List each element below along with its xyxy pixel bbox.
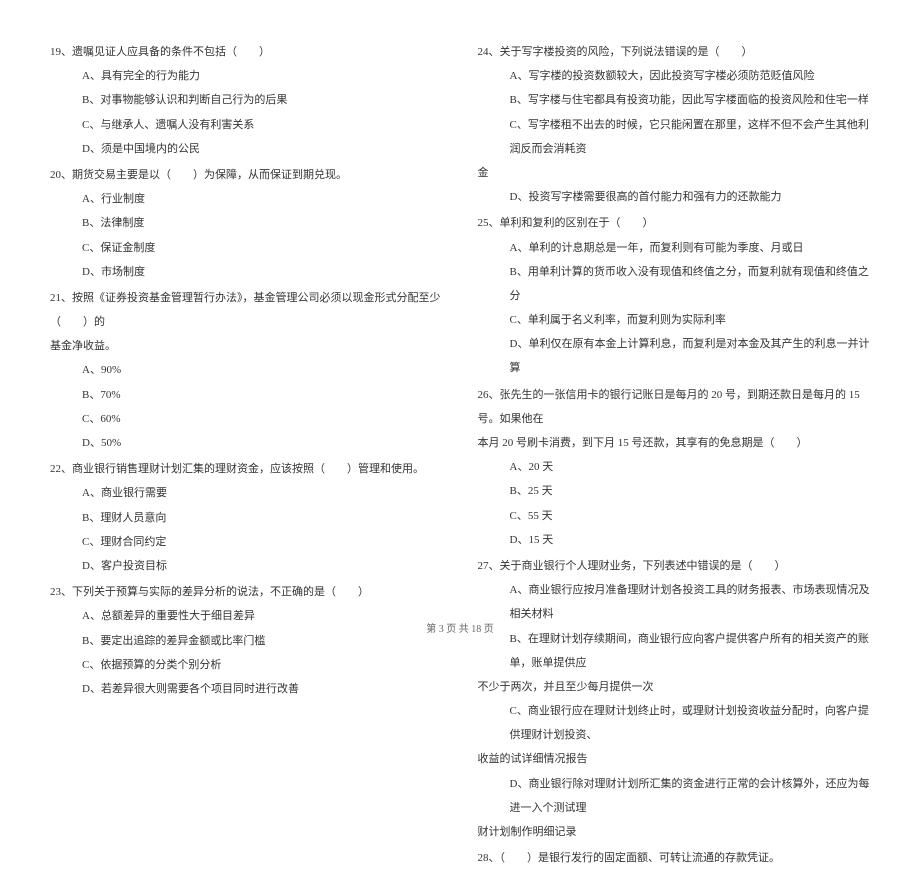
option-b: B、70% <box>50 383 443 407</box>
question-text: 20、期货交易主要是以（ ）为保障，从而保证到期兑现。 <box>50 163 443 187</box>
question-22: 22、商业银行销售理财计划汇集的理财资金，应该按照（ ）管理和使用。 A、商业银… <box>50 457 443 578</box>
option-d: D、市场制度 <box>50 260 443 284</box>
option-a: A、90% <box>50 358 443 382</box>
option-b: B、对事物能够认识和判断自己行为的后果 <box>50 88 443 112</box>
question-text: 21、按照《证券投资基金管理暂行办法》，基金管理公司必须以现金形式分配至少（ ）… <box>50 286 443 334</box>
option-b: B、25 天 <box>478 479 871 503</box>
option-c: C、与继承人、遗嘱人没有利害关系 <box>50 113 443 137</box>
page-footer: 第 3 页 共 18 页 <box>0 620 920 635</box>
question-23: 23、下列关于预算与实际的差异分析的说法，不正确的是（ ） A、总额差异的重要性… <box>50 580 443 701</box>
question-20: 20、期货交易主要是以（ ）为保障，从而保证到期兑现。 A、行业制度 B、法律制… <box>50 163 443 284</box>
option-a: A、具有完全的行为能力 <box>50 64 443 88</box>
question-text: 26、张先生的一张信用卡的银行记账日是每月的 20 号，到期还款日是每月的 15… <box>478 383 871 431</box>
option-b-cont: 不少于两次，并且至少每月提供一次 <box>478 675 871 699</box>
option-c-cont: 收益的试详细情况报告 <box>478 747 871 771</box>
option-c: C、理财合同约定 <box>50 530 443 554</box>
option-d: D、客户投资目标 <box>50 554 443 578</box>
option-c: C、写字楼租不出去的时候，它只能闲置在那里，这样不但不会产生其他利润反而会消耗资 <box>478 113 871 161</box>
question-text: 24、关于写字楼投资的风险，下列说法错误的是（ ） <box>478 40 871 64</box>
left-column: 19、遗嘱见证人应具备的条件不包括（ ） A、具有完全的行为能力 B、对事物能够… <box>50 40 443 600</box>
question-text: 22、商业银行销售理财计划汇集的理财资金，应该按照（ ）管理和使用。 <box>50 457 443 481</box>
question-19: 19、遗嘱见证人应具备的条件不包括（ ） A、具有完全的行为能力 B、对事物能够… <box>50 40 443 161</box>
option-d: D、商业银行除对理财计划所汇集的资金进行正常的会计核算外，还应为每进一入个测试理 <box>478 772 871 820</box>
option-b: B、写字楼与住宅都具有投资功能，因此写字楼面临的投资风险和住宅一样 <box>478 88 871 112</box>
option-c: C、60% <box>50 407 443 431</box>
question-27: 27、关于商业银行个人理财业务，下列表述中错误的是（ ） A、商业银行应按月准备… <box>478 554 871 844</box>
option-d: D、单利仅在原有本金上计算利息，而复利是对本金及其产生的利息一并计算 <box>478 332 871 380</box>
option-a: A、20 天 <box>478 455 871 479</box>
option-c: C、依据预算的分类个别分析 <box>50 653 443 677</box>
question-26: 26、张先生的一张信用卡的银行记账日是每月的 20 号，到期还款日是每月的 15… <box>478 383 871 552</box>
question-28: 28、（ ）是银行发行的固定面额、可转让流通的存款凭证。 <box>478 846 871 870</box>
question-24: 24、关于写字楼投资的风险，下列说法错误的是（ ） A、写字楼的投资数额较大，因… <box>478 40 871 209</box>
option-a: A、行业制度 <box>50 187 443 211</box>
question-text-cont: 本月 20 号刷卡消费，到下月 15 号还款，其享有的免息期是（ ） <box>478 431 871 455</box>
question-text: 27、关于商业银行个人理财业务，下列表述中错误的是（ ） <box>478 554 871 578</box>
option-d: D、50% <box>50 431 443 455</box>
option-a: A、商业银行需要 <box>50 481 443 505</box>
question-21: 21、按照《证券投资基金管理暂行办法》，基金管理公司必须以现金形式分配至少（ ）… <box>50 286 443 455</box>
right-column: 24、关于写字楼投资的风险，下列说法错误的是（ ） A、写字楼的投资数额较大，因… <box>478 40 871 600</box>
option-b: B、用单利计算的货币收入没有现值和终值之分，而复利就有现值和终值之分 <box>478 260 871 308</box>
option-d: D、投资写字楼需要很高的首付能力和强有力的还款能力 <box>478 185 871 209</box>
question-text: 23、下列关于预算与实际的差异分析的说法，不正确的是（ ） <box>50 580 443 604</box>
option-c: C、单利属于名义利率，而复利则为实际利率 <box>478 308 871 332</box>
option-c-cont: 金 <box>478 161 871 185</box>
question-text: 28、（ ）是银行发行的固定面额、可转让流通的存款凭证。 <box>478 846 871 870</box>
exam-content: 19、遗嘱见证人应具备的条件不包括（ ） A、具有完全的行为能力 B、对事物能够… <box>50 40 870 600</box>
question-text: 19、遗嘱见证人应具备的条件不包括（ ） <box>50 40 443 64</box>
option-c: C、保证金制度 <box>50 236 443 260</box>
option-a: A、单利的计息期总是一年，而复利则有可能为季度、月或日 <box>478 236 871 260</box>
option-c: C、55 天 <box>478 504 871 528</box>
question-25: 25、单利和复利的区别在于（ ） A、单利的计息期总是一年，而复利则有可能为季度… <box>478 211 871 380</box>
option-d: D、须是中国境内的公民 <box>50 137 443 161</box>
option-a: A、写字楼的投资数额较大，因此投资写字楼必须防范贬值风险 <box>478 64 871 88</box>
option-d: D、15 天 <box>478 528 871 552</box>
question-text-cont: 基金净收益。 <box>50 334 443 358</box>
option-c: C、商业银行应在理财计划终止时，或理财计划投资收益分配时，向客户提供理财计划投资… <box>478 699 871 747</box>
question-text: 25、单利和复利的区别在于（ ） <box>478 211 871 235</box>
option-d: D、若差异很大则需要各个项目同时进行改善 <box>50 677 443 701</box>
option-b: B、理财人员意向 <box>50 506 443 530</box>
option-b: B、法律制度 <box>50 211 443 235</box>
option-d-cont: 财计划制作明细记录 <box>478 820 871 844</box>
